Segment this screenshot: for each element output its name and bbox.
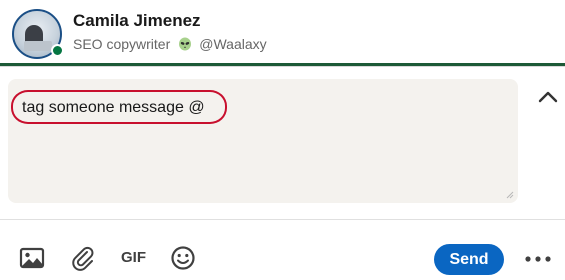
profile-name[interactable]: Camila Jimenez xyxy=(73,11,201,31)
message-composer[interactable]: tag someone message @ xyxy=(8,79,518,203)
highlight-annotation xyxy=(11,90,227,124)
chevron-up-icon[interactable] xyxy=(537,88,559,106)
header-divider-shadow xyxy=(0,66,565,67)
headline-handle: @Waalaxy xyxy=(199,36,267,52)
smiley-icon[interactable] xyxy=(170,245,196,271)
conversation-header: Camila Jimenez SEO copywriter @Waalaxy xyxy=(0,0,565,64)
avatar-laptop-shape xyxy=(24,41,52,51)
online-status-icon xyxy=(51,44,64,57)
gif-button[interactable]: GIF xyxy=(121,249,146,266)
headline-role: SEO copywriter xyxy=(73,36,171,52)
footer-divider xyxy=(0,219,565,220)
ellipsis-icon[interactable] xyxy=(524,255,552,263)
paperclip-icon[interactable] xyxy=(70,245,96,271)
resize-grip-icon[interactable] xyxy=(504,189,514,199)
profile-headline: SEO copywriter @Waalaxy xyxy=(73,36,267,52)
image-icon[interactable] xyxy=(19,245,45,271)
alien-emoji-icon xyxy=(179,37,192,51)
send-button[interactable]: Send xyxy=(434,244,504,275)
